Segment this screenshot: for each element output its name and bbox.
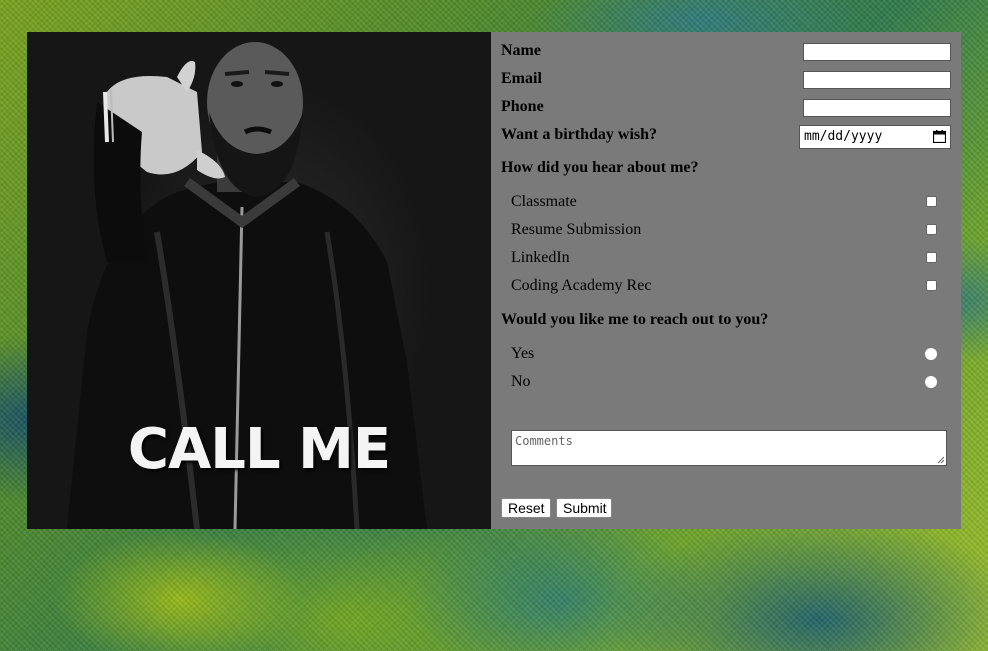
option-coding-academy-rec: Coding Academy Rec bbox=[511, 275, 937, 297]
phone-label: Phone bbox=[501, 98, 544, 115]
phone-row: Phone bbox=[501, 97, 951, 121]
call-me-photo: CALL ME bbox=[27, 32, 491, 529]
resume-submission-checkbox[interactable] bbox=[926, 224, 937, 235]
yes-radio[interactable] bbox=[925, 348, 937, 360]
option-label: Classmate bbox=[511, 193, 577, 210]
contact-card: CALL ME Name Email Phone Want a birthday… bbox=[27, 32, 961, 529]
option-classmate: Classmate bbox=[511, 191, 937, 213]
option-label: Yes bbox=[511, 345, 535, 362]
option-resume-submission: Resume Submission bbox=[511, 219, 937, 241]
calendar-icon[interactable] bbox=[933, 130, 946, 143]
no-radio[interactable] bbox=[925, 376, 937, 388]
option-label: Resume Submission bbox=[511, 221, 642, 238]
coding-academy-checkbox[interactable] bbox=[926, 280, 937, 291]
comments-placeholder: Comments bbox=[515, 434, 573, 448]
option-no: No bbox=[511, 371, 937, 393]
option-label: Coding Academy Rec bbox=[511, 277, 652, 294]
comments-textarea[interactable]: Comments bbox=[511, 430, 947, 466]
email-input[interactable] bbox=[803, 71, 951, 89]
name-input[interactable] bbox=[803, 43, 951, 61]
option-linkedin: LinkedIn bbox=[511, 247, 937, 269]
reset-button[interactable]: Reset bbox=[501, 498, 551, 518]
birthday-date-input[interactable]: mm/dd/yyyy bbox=[799, 125, 951, 149]
option-yes: Yes bbox=[511, 343, 937, 365]
name-row: Name bbox=[501, 41, 951, 65]
name-label: Name bbox=[501, 42, 541, 59]
contact-form: Name Email Phone Want a birthday wish? m… bbox=[491, 32, 961, 529]
submit-button[interactable]: Submit bbox=[556, 498, 612, 518]
linkedin-checkbox[interactable] bbox=[926, 252, 937, 263]
birthday-row: Want a birthday wish? mm/dd/yyyy bbox=[501, 125, 951, 149]
resize-handle-icon[interactable] bbox=[937, 456, 945, 464]
classmate-checkbox[interactable] bbox=[926, 196, 937, 207]
email-row: Email bbox=[501, 69, 951, 93]
phone-input[interactable] bbox=[803, 99, 951, 117]
birthday-label: Want a birthday wish? bbox=[501, 126, 658, 143]
option-label: LinkedIn bbox=[511, 249, 570, 266]
email-label: Email bbox=[501, 70, 542, 87]
call-me-caption: CALL ME bbox=[127, 417, 391, 482]
hear-about-heading: How did you hear about me? bbox=[501, 159, 699, 176]
reach-out-heading: Would you like me to reach out to you? bbox=[501, 311, 769, 328]
date-placeholder: mm/dd/yyyy bbox=[804, 129, 883, 144]
option-label: No bbox=[511, 373, 531, 390]
